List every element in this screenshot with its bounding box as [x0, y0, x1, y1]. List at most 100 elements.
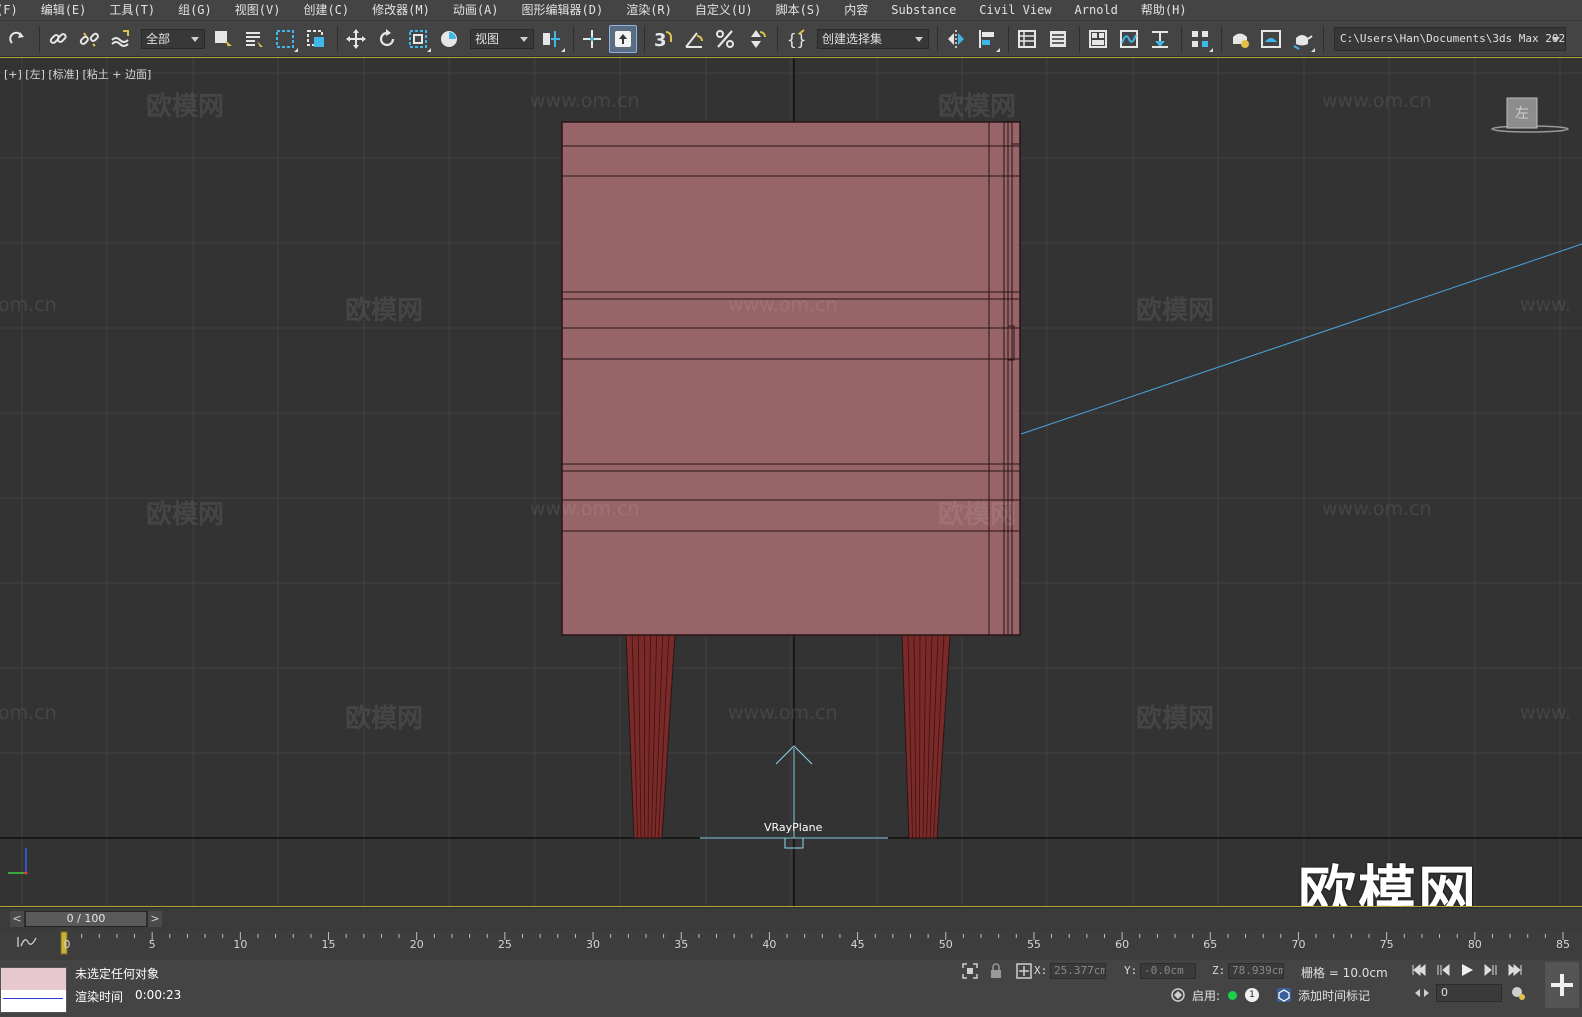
viewport-canvas [0, 58, 1582, 906]
menu-item-4[interactable]: 视图(V) [221, 0, 290, 20]
time-slider-thumb[interactable]: 0 / 100 [26, 912, 146, 926]
key-mode-toggle-icon[interactable] [1414, 985, 1430, 1001]
viewcube[interactable]: 左 [1490, 96, 1570, 136]
menu-item-16[interactable]: 帮助(H) [1127, 0, 1196, 20]
track-bar[interactable]: 0 5 10 15 20 25 30 35 40 45 50 55 60 65 70 75 80 85 [0, 930, 1582, 960]
edit-named-selection-button[interactable]: {} [782, 25, 810, 53]
enabled-count-badge[interactable]: 1 [1245, 988, 1259, 1002]
move-button[interactable] [342, 25, 370, 53]
ruler-tick-label: 0 [63, 938, 71, 951]
selection-filter-dropdown[interactable]: 全部 [141, 28, 205, 49]
menu-item-7[interactable]: 动画(A) [439, 0, 508, 20]
absolute-transform-mode-icon[interactable] [1016, 963, 1032, 979]
percent-snap-button[interactable] [711, 25, 739, 53]
scene-explorer-button[interactable] [1013, 25, 1041, 53]
toolbar-separator [1079, 25, 1080, 52]
watermark: 欧模网 [146, 92, 225, 122]
link-button[interactable] [44, 25, 72, 53]
ruler-tick-label: 45 [850, 938, 865, 951]
render-setup-button[interactable] [1226, 25, 1254, 53]
select-manipulate-button[interactable] [578, 25, 606, 53]
add-time-tag-button[interactable]: 添加时间标记 [1298, 987, 1370, 1004]
menu-item-11[interactable]: 脚本(S) [762, 0, 831, 20]
select-object-button[interactable] [209, 25, 237, 53]
toggle-ribbon-button[interactable] [1084, 25, 1112, 53]
select-by-name-button[interactable] [240, 25, 268, 53]
menu-item-2[interactable]: 工具(T) [95, 0, 164, 20]
create-command-panel-button[interactable] [1545, 962, 1579, 1008]
menu-item-3[interactable]: 组(G) [164, 0, 221, 20]
viewport-left[interactable]: 欧模网 www.om.cn 欧模网 www.om.cn om.cn 欧模网 ww… [0, 57, 1582, 907]
ruler-tick-label: 15 [321, 938, 336, 951]
viewport-label-menu[interactable]: [+] [左] [标准] [粘土 + 边面] [4, 66, 151, 82]
keyboard-shortcut-override-button[interactable] [609, 24, 637, 53]
named-selection-dropdown[interactable]: 创建选择集 [817, 28, 929, 49]
bind-space-warp-button[interactable] [106, 25, 134, 53]
menu-item-1[interactable]: 编辑(E) [27, 0, 96, 20]
angle-snap-button[interactable] [680, 25, 708, 53]
current-frame-field[interactable]: 0 [1436, 984, 1502, 1002]
menu-item-6[interactable]: 修改器(M) [358, 0, 439, 20]
watermark: 欧模网 [345, 704, 424, 734]
menu-item-5[interactable]: 创建(C) [289, 0, 358, 20]
reference-coordinate-dropdown[interactable]: 视图 [470, 28, 534, 49]
menu-item-9[interactable]: 渲染(R) [612, 0, 681, 20]
time-tag-icon[interactable] [1276, 987, 1292, 1003]
menu-item-10[interactable]: 自定义(U) [681, 0, 762, 20]
ruler-tick-label: 80 [1467, 938, 1482, 951]
pivot-center-button[interactable] [538, 25, 566, 53]
adaptive-degradation-icon[interactable] [1170, 987, 1186, 1003]
play-button[interactable] [1458, 962, 1476, 978]
ruler-tick-label: 5 [148, 938, 156, 951]
curve-editor-button[interactable] [1115, 25, 1143, 53]
project-folder-dropdown[interactable]: C:\Users\Han\Documents\3ds Max 2022 [1334, 26, 1566, 51]
unlink-button[interactable] [75, 25, 103, 53]
scale-button[interactable] [404, 25, 432, 53]
rectangular-selection-button[interactable] [271, 25, 299, 53]
menu-item-13[interactable]: Substance [877, 0, 965, 20]
menu-item-14[interactable]: Civil View [965, 0, 1060, 20]
placement-button[interactable] [435, 25, 463, 53]
menu-item-0[interactable]: (F) [0, 0, 27, 20]
watermark: 欧模网 [345, 296, 424, 326]
playback-controls [1410, 962, 1524, 978]
x-coordinate-field[interactable]: 25.377cm [1050, 963, 1106, 979]
time-slider-prev-button[interactable]: < [10, 911, 24, 927]
menu-item-8[interactable]: 图形编辑器(D) [508, 0, 613, 20]
go-to-start-button[interactable] [1410, 962, 1428, 978]
spinner-snap-button[interactable] [742, 25, 770, 53]
render-production-button[interactable] [1288, 25, 1316, 53]
menu-item-15[interactable]: Arnold [1061, 0, 1127, 20]
snaps-toggle-button[interactable]: 3 [649, 25, 677, 53]
z-coordinate-field[interactable]: 78.939cm [1228, 963, 1284, 979]
rendered-frame-window-button[interactable] [1257, 25, 1285, 53]
angle-snap-icon [685, 31, 703, 48]
menu-item-12[interactable]: 内容 [830, 0, 877, 20]
selection-lock-icon[interactable] [988, 963, 1004, 979]
layer-explorer-button[interactable] [1044, 25, 1072, 53]
rect-selection-icon [276, 29, 294, 48]
go-to-end-button[interactable] [1506, 962, 1524, 978]
mirror-button[interactable] [942, 25, 970, 53]
maxscript-mini-listener[interactable] [0, 967, 67, 1013]
spinner-snap-icon [751, 29, 766, 48]
next-frame-button[interactable] [1482, 962, 1500, 978]
previous-frame-button[interactable] [1434, 962, 1452, 978]
layer-explorer-icon [1050, 30, 1066, 47]
isolate-selection-icon[interactable] [962, 963, 978, 979]
time-configuration-icon[interactable] [1510, 985, 1526, 1001]
render-setup-icon [1233, 33, 1249, 48]
material-editor-button[interactable] [1186, 25, 1214, 53]
align-button[interactable] [973, 25, 1001, 53]
window-crossing-button[interactable] [302, 25, 330, 53]
schematic-view-button[interactable] [1146, 25, 1174, 53]
listener-input-row[interactable] [1, 968, 66, 990]
y-coordinate-field[interactable]: -0.0cm [1140, 963, 1196, 979]
ruler-tick-label: 70 [1291, 938, 1306, 951]
toolbar-separator [644, 25, 645, 52]
time-slider-bar: < 0 / 100 > [0, 908, 1582, 930]
rotate-button[interactable] [373, 25, 401, 53]
flyout-indicator [294, 47, 298, 52]
redo-button[interactable] [4, 25, 32, 53]
time-slider-next-button[interactable]: > [148, 911, 162, 927]
